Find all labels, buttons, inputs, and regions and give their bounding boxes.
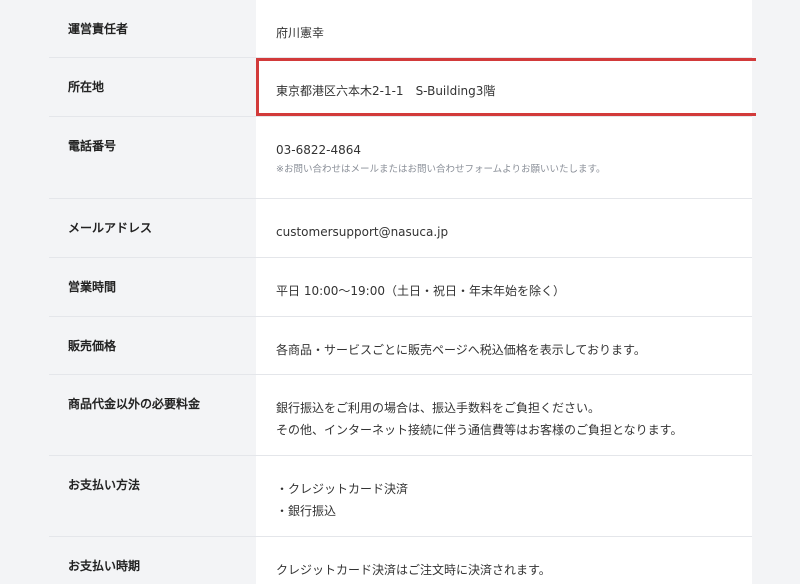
row-label: 所在地 [49,58,256,116]
row-label: 電話番号 [49,117,256,198]
row-value: クレジットカード決済はご注文時に決済されます。 [256,537,752,584]
row-value: ・クレジットカード決済 ・銀行振込 [256,456,752,536]
table-row: 電話番号 03-6822-4864 ※お問い合わせはメールまたはお問い合わせフォ… [49,117,752,199]
row-label: お支払い時期 [49,537,256,584]
phone-note: ※お問い合わせはメールまたはお問い合わせフォームよりお願いいたします。 [276,164,606,175]
phone-number: 03-6822-4864 [276,143,362,157]
value-line: 各商品・サービスごとに販売ページへ税込価格を表示しております。 [276,343,646,357]
value-line: 平日 10:00〜19:00（土日・祝日・年末年始を除く） [276,284,565,298]
row-label: メールアドレス [49,199,256,257]
row-label: 商品代金以外の必要料金 [49,375,256,455]
value-line: その他、インターネット接続に伴う通信費等はお客様のご負担となります。 [276,423,683,437]
table-row: メールアドレス customersupport@nasuca.jp [49,199,752,258]
value-line: クレジットカード決済はご注文時に決済されます。 [276,563,551,577]
row-label: 営業時間 [49,258,256,316]
value-line: ・銀行振込 [276,504,337,518]
row-value: customersupport@nasuca.jp [256,199,752,257]
row-value: 03-6822-4864 ※お問い合わせはメールまたはお問い合わせフォームよりお… [256,117,752,198]
table-row: お支払い方法 ・クレジットカード決済 ・銀行振込 [49,456,752,537]
table-row: 所在地 東京都港区六本木2-1-1 S-Building3階 [49,58,756,117]
company-info-table: 運営責任者 府川憲幸 所在地 東京都港区六本木2-1-1 S-Building3… [49,0,756,584]
value-line: 東京都港区六本木2-1-1 S-Building3階 [276,84,496,98]
row-value: 銀行振込をご利用の場合は、振込手数料をご負担ください。 その他、インターネット接… [256,375,752,455]
row-value: 府川憲幸 [256,0,752,57]
value-line: 府川憲幸 [276,26,325,40]
table-row: 販売価格 各商品・サービスごとに販売ページへ税込価格を表示しております。 [49,317,752,375]
row-value: 東京都港区六本木2-1-1 S-Building3階 [256,58,756,116]
value-line: 銀行振込をご利用の場合は、振込手数料をご負担ください。 [276,401,601,415]
table-row: お支払い時期 クレジットカード決済はご注文時に決済されます。 [49,537,752,584]
row-value: 平日 10:00〜19:00（土日・祝日・年末年始を除く） [256,258,752,316]
email-address[interactable]: customersupport@nasuca.jp [276,221,752,243]
page: 運営責任者 府川憲幸 所在地 東京都港区六本木2-1-1 S-Building3… [0,0,800,584]
row-label: 販売価格 [49,317,256,374]
table-row: 営業時間 平日 10:00〜19:00（土日・祝日・年末年始を除く） [49,258,752,317]
value-line: ・クレジットカード決済 [276,482,409,496]
table-row: 商品代金以外の必要料金 銀行振込をご利用の場合は、振込手数料をご負担ください。 … [49,375,752,456]
row-label: 運営責任者 [49,0,256,57]
row-label: お支払い方法 [49,456,256,536]
row-value: 各商品・サービスごとに販売ページへ税込価格を表示しております。 [256,317,752,374]
table-row: 運営責任者 府川憲幸 [49,0,752,58]
